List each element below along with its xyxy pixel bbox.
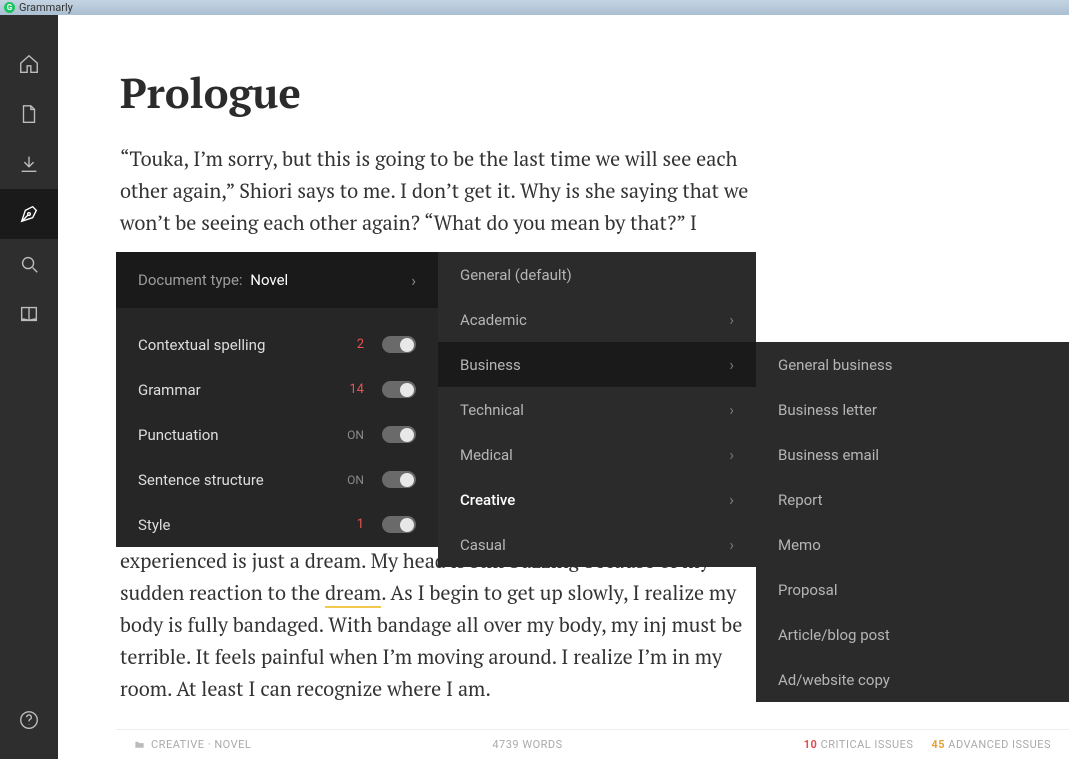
help-icon[interactable]: [0, 695, 58, 745]
toggle-switch[interactable]: [382, 516, 416, 533]
option-label: Creative: [460, 491, 515, 509]
business-option-general-business[interactable]: General business: [756, 342, 1069, 387]
setting-label: Punctuation: [138, 426, 219, 444]
titlebar: G Grammarly: [0, 0, 1069, 15]
setting-status: ON: [338, 428, 364, 442]
business-option-memo[interactable]: Memo: [756, 522, 1069, 567]
document-type-row[interactable]: Document type: Novel ›: [116, 252, 438, 308]
doc-type-label: Document type:: [138, 271, 246, 289]
chevron-right-icon: ›: [729, 445, 734, 464]
status-bar: CREATIVE · NOVEL 4739 WORDS 10 CRITICAL …: [116, 729, 1069, 759]
business-option-proposal[interactable]: Proposal: [756, 567, 1069, 612]
doc-type-option-technical[interactable]: Technical ›: [438, 387, 756, 432]
option-label: Technical: [460, 401, 524, 419]
critical-issues[interactable]: 10 CRITICAL ISSUES: [804, 738, 914, 751]
toggle-switch[interactable]: [382, 336, 416, 353]
setting-status: 14: [338, 382, 364, 397]
app-title: Grammarly: [19, 1, 73, 14]
option-label: Report: [778, 491, 823, 509]
download-icon[interactable]: [0, 139, 58, 189]
setting-status: ON: [338, 473, 364, 487]
option-label: General (default): [460, 266, 572, 284]
pen-nib-icon[interactable]: [0, 189, 58, 239]
toggle-switch[interactable]: [382, 426, 416, 443]
settings-panel: Document type: Novel › Contextual spelli…: [116, 252, 438, 547]
setting-label: Sentence structure: [138, 471, 264, 489]
doc-type-value: Novel: [250, 271, 288, 289]
main-area: Prologue “Touka, I’m sorry, but this is …: [58, 15, 1069, 759]
doc-type-option-medical[interactable]: Medical ›: [438, 432, 756, 477]
option-label: Business: [460, 356, 521, 374]
business-option-ad-website-copy[interactable]: Ad/website copy: [756, 657, 1069, 702]
chevron-right-icon: ›: [411, 271, 416, 290]
flagged-word[interactable]: dream: [325, 579, 381, 608]
setting-row-punctuation: Punctuation ON: [116, 412, 438, 457]
toggle-switch[interactable]: [382, 471, 416, 488]
chevron-right-icon: ›: [729, 355, 734, 374]
paragraph: “Touka, I’m sorry, but this is going to …: [120, 143, 758, 239]
doc-type-option-general-default-[interactable]: General (default): [438, 252, 756, 297]
doc-type-menu: General (default)Academic›Business›Techn…: [438, 252, 756, 567]
business-option-business-letter[interactable]: Business letter: [756, 387, 1069, 432]
home-icon[interactable]: [0, 39, 58, 89]
business-option-business-email[interactable]: Business email: [756, 432, 1069, 477]
business-option-article-blog-post[interactable]: Article/blog post: [756, 612, 1069, 657]
doc-type-option-business[interactable]: Business ›: [438, 342, 756, 387]
option-label: Business email: [778, 446, 879, 464]
advanced-issues[interactable]: 45 ADVANCED ISSUES: [931, 738, 1051, 751]
document-title: Prologue: [120, 65, 758, 121]
toggle-switch[interactable]: [382, 381, 416, 398]
option-label: Casual: [460, 536, 506, 554]
chevron-right-icon: ›: [729, 400, 734, 419]
chevron-right-icon: ›: [729, 490, 734, 509]
business-submenu: General business Business letter Business …: [756, 342, 1069, 702]
option-label: General business: [778, 356, 893, 374]
setting-label: Grammar: [138, 381, 201, 399]
breadcrumb[interactable]: CREATIVE · NOVEL: [151, 738, 251, 751]
document-icon[interactable]: [0, 89, 58, 139]
setting-row-contextual-spelling: Contextual spelling 2: [116, 322, 438, 367]
doc-type-option-creative[interactable]: Creative ›: [438, 477, 756, 522]
sidebar: [0, 15, 58, 759]
option-label: Academic: [460, 311, 527, 329]
setting-label: Contextual spelling: [138, 336, 265, 354]
setting-label: Style: [138, 516, 171, 534]
setting-status: 2: [338, 337, 364, 352]
doc-type-option-academic[interactable]: Academic ›: [438, 297, 756, 342]
option-label: Business letter: [778, 401, 877, 419]
option-label: Medical: [460, 446, 513, 464]
option-label: Article/blog post: [778, 626, 890, 644]
word-count[interactable]: 4739 WORDS: [251, 738, 803, 751]
option-label: Memo: [778, 536, 821, 554]
setting-row-grammar: Grammar 14: [116, 367, 438, 412]
setting-row-style: Style 1: [116, 502, 438, 547]
chevron-right-icon: ›: [729, 310, 734, 329]
dictionary-icon[interactable]: [0, 289, 58, 339]
setting-status: 1: [338, 517, 364, 532]
search-icon[interactable]: [0, 239, 58, 289]
doc-type-option-casual[interactable]: Casual ›: [438, 522, 756, 567]
business-option-report[interactable]: Report: [756, 477, 1069, 522]
folder-icon: [134, 739, 145, 750]
chevron-right-icon: ›: [729, 535, 734, 554]
setting-row-sentence-structure: Sentence structure ON: [116, 457, 438, 502]
grammarly-logo-icon: G: [4, 2, 15, 13]
option-label: Proposal: [778, 581, 837, 599]
option-label: Ad/website copy: [778, 671, 890, 689]
